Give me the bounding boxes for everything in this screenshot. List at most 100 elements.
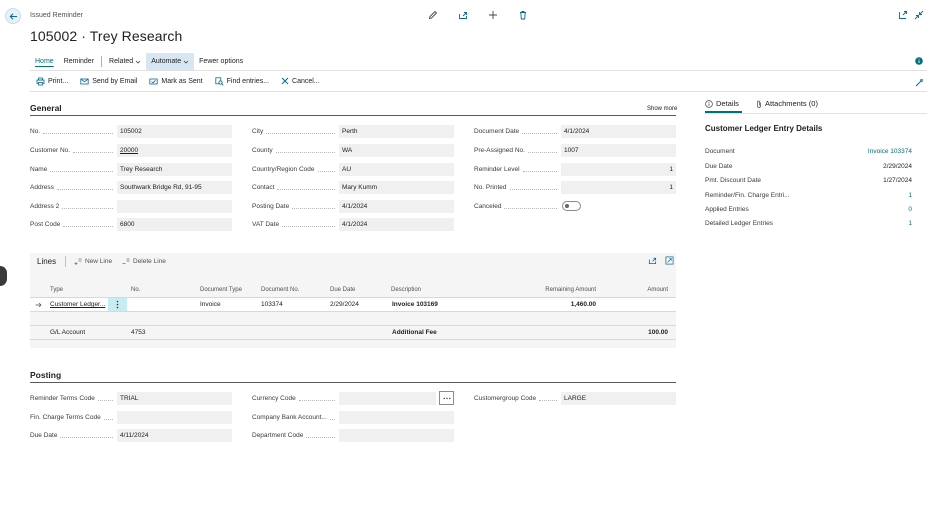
factbox-value-applied-entries[interactable]: 0 <box>820 206 912 213</box>
factbox-value-reminder-entries[interactable]: 1 <box>820 192 912 199</box>
canceled-toggle[interactable] <box>562 201 581 211</box>
info-icon[interactable] <box>915 57 923 65</box>
field-no-printed[interactable]: 1 <box>561 181 676 194</box>
add-icon[interactable] <box>488 10 498 20</box>
field-customer-no[interactable]: 20000 <box>117 144 232 157</box>
field-currency-code[interactable] <box>339 392 436 405</box>
delete-icon[interactable] <box>518 10 528 20</box>
field-vat-date[interactable]: 4/1/2024 <box>339 218 454 231</box>
find-entries-button[interactable]: Find entries... <box>209 76 275 86</box>
field-due-date[interactable]: 4/11/2024 <box>117 429 232 442</box>
field-label-company-bank-account: Company Bank Account... <box>252 414 338 421</box>
cell-amount: 100.00 <box>648 329 668 336</box>
open-new-window-icon[interactable] <box>898 10 908 20</box>
field-company-bank-account[interactable] <box>339 411 454 424</box>
currency-lookup-button[interactable] <box>439 391 454 405</box>
field-fin-charge-terms[interactable] <box>117 411 232 424</box>
factbox-tab-attachments[interactable]: Attachments (0) <box>756 99 818 108</box>
column-header-type[interactable]: Type <box>50 287 63 293</box>
cell-type[interactable]: Customer Ledger... <box>50 301 105 308</box>
factbox-value-pmt-discount-date: 1/27/2024 <box>883 177 912 184</box>
field-label-customer-no: Customer No. <box>30 147 116 154</box>
side-handle[interactable] <box>0 266 7 286</box>
delete-line-icon <box>122 258 130 265</box>
factbox-value-document[interactable]: Invoice 103374 <box>820 148 912 155</box>
tab-fewer-options[interactable]: Fewer options <box>194 53 248 70</box>
new-line-button[interactable]: New Line <box>74 258 112 265</box>
field-posting-date[interactable]: 4/1/2024 <box>339 200 454 213</box>
field-customergroup-code[interactable]: LARGE <box>561 392 676 405</box>
share-icon[interactable] <box>458 10 468 20</box>
personalize-icon[interactable] <box>915 78 924 87</box>
field-pre-assigned-no[interactable]: 1007 <box>561 144 676 157</box>
section-title-posting: Posting <box>30 370 62 380</box>
field-label-contact: Contact <box>252 184 338 191</box>
mark-sent-icon <box>149 77 158 86</box>
more-vertical-icon <box>116 300 119 309</box>
delete-line-button[interactable]: Delete Line <box>122 258 166 265</box>
factbox-value-detailed-ledger-entries[interactable]: 1 <box>820 220 912 227</box>
factbox-title: Customer Ledger Entry Details <box>705 124 823 133</box>
field-department-code[interactable] <box>339 429 454 442</box>
send-by-email-button[interactable]: Send by Email <box>74 77 143 86</box>
field-label-document-date: Document Date <box>474 128 560 135</box>
field-label-customergroup-code: Customergroup Code <box>474 395 560 402</box>
find-icon <box>215 76 224 86</box>
show-more-link[interactable]: Show more <box>647 106 677 112</box>
info-outline-icon <box>705 99 713 108</box>
factbox-label-applied-entries: Applied Entries <box>705 206 749 213</box>
field-contact[interactable]: Mary Kumm <box>339 181 454 194</box>
cell-description: Invoice 103169 <box>392 301 438 308</box>
field-country[interactable]: AU <box>339 163 454 176</box>
column-header-document-no[interactable]: Document No. <box>261 287 299 293</box>
field-no[interactable]: 105002 <box>117 125 232 138</box>
field-address-2[interactable] <box>117 200 232 213</box>
field-city[interactable]: Perth <box>339 125 454 138</box>
factbox-label-due-date: Due Date <box>705 163 733 170</box>
cancel-button[interactable]: Cancel... <box>275 77 326 85</box>
field-label-reminder-terms: Reminder Terms Code <box>30 395 116 402</box>
collapse-icon[interactable] <box>914 10 924 20</box>
column-header-due-date[interactable]: Due Date <box>330 287 355 293</box>
close-icon <box>281 77 289 85</box>
field-label-city: City <box>252 128 338 135</box>
field-document-date[interactable]: 4/1/2024 <box>561 125 676 138</box>
tab-reminder[interactable]: Reminder <box>59 53 99 70</box>
mark-as-sent-button[interactable]: Mark as Sent <box>143 77 208 86</box>
table-row[interactable] <box>30 325 676 340</box>
field-label-fin-charge-terms: Fin. Charge Terms Code <box>30 414 116 421</box>
row-menu-button[interactable] <box>108 298 127 311</box>
field-reminder-level[interactable]: 1 <box>561 163 676 176</box>
column-header-remaining-amount[interactable]: Remaining Amount <box>520 287 596 293</box>
field-label-currency-code: Currency Code <box>252 395 338 402</box>
more-horizontal-icon <box>443 397 451 400</box>
cell-description: Additional Fee <box>392 329 437 336</box>
field-name[interactable]: Trey Research <box>117 163 232 176</box>
factbox-tab-details[interactable]: Details <box>705 99 739 108</box>
action-bar: Print... Send by Email Mark as Sent Find… <box>30 70 927 92</box>
factbox-divider <box>705 113 927 114</box>
chevron-down-icon <box>183 59 189 65</box>
column-header-document-type[interactable]: Document Type <box>200 287 242 293</box>
column-header-amount[interactable]: Amount <box>620 287 668 293</box>
column-header-no[interactable]: No. <box>131 287 140 293</box>
expand-icon[interactable] <box>665 256 674 265</box>
tab-related[interactable]: Related <box>104 53 146 70</box>
tab-automate[interactable]: Automate <box>146 53 195 70</box>
chevron-down-icon <box>135 59 141 65</box>
share-icon[interactable] <box>648 256 657 265</box>
field-label-due-date: Due Date <box>30 432 116 439</box>
cell-remaining-amount: 1,460.00 <box>570 301 596 308</box>
print-button[interactable]: Print... <box>30 77 74 86</box>
field-address[interactable]: Southwark Bridge Rd, 91-95 <box>117 181 232 194</box>
cell-type: G/L Account <box>50 329 86 336</box>
column-header-description[interactable]: Description <box>391 287 421 293</box>
field-reminder-terms[interactable]: TRIAL <box>117 392 232 405</box>
back-button[interactable] <box>5 8 21 24</box>
section-title-general: General <box>30 103 62 113</box>
divider <box>101 56 103 67</box>
edit-icon[interactable] <box>428 10 438 20</box>
field-post-code[interactable]: 6800 <box>117 218 232 231</box>
field-county[interactable]: WA <box>339 144 454 157</box>
tab-home[interactable]: Home <box>30 53 59 70</box>
